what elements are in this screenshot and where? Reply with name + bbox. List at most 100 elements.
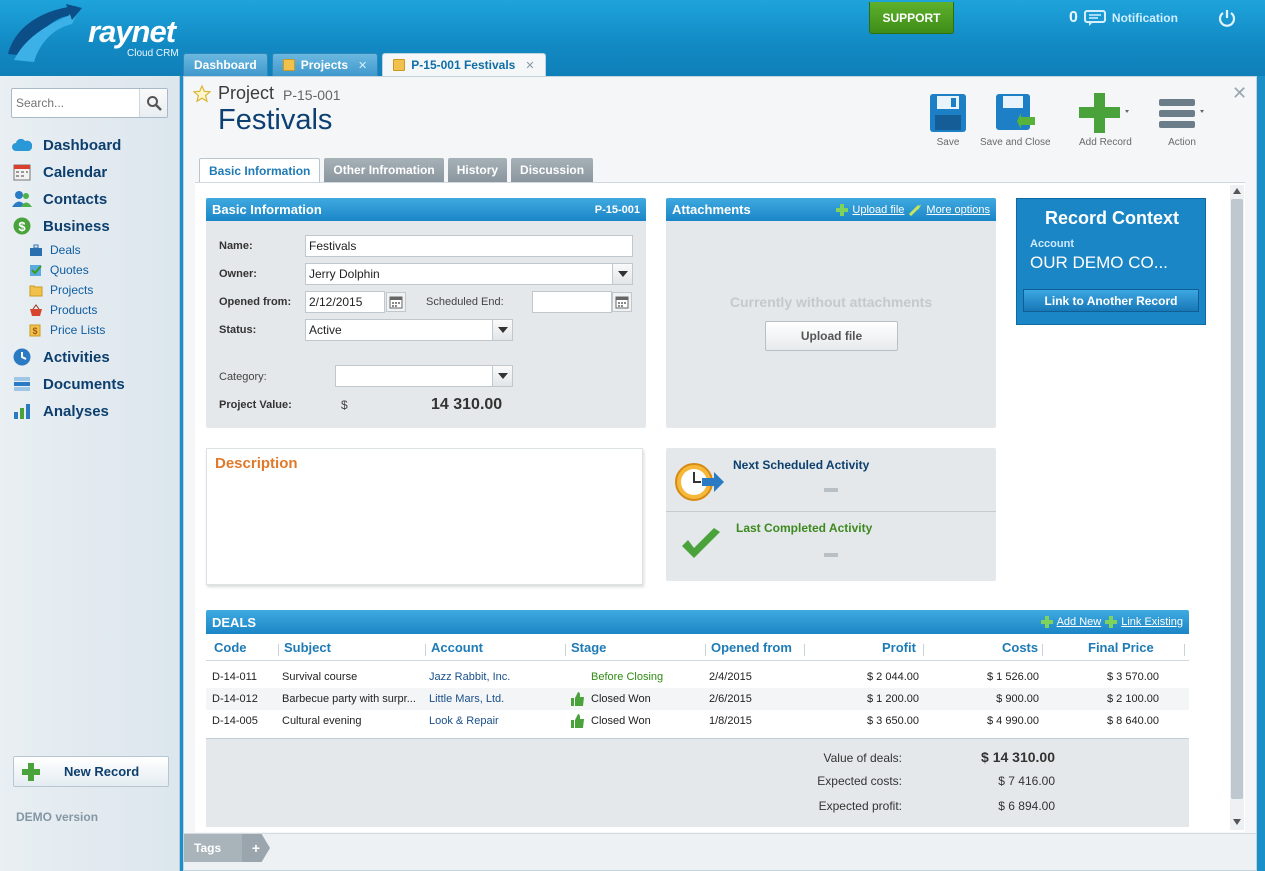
column-separator xyxy=(278,644,279,656)
sidebar-item-contacts[interactable]: Contacts xyxy=(12,190,107,208)
value-of-deals-label: Value of deals: xyxy=(823,751,903,765)
power-icon[interactable] xyxy=(1217,8,1237,28)
table-row[interactable]: D-14-011 Survival course Jazz Rabbit, In… xyxy=(206,666,1189,688)
search-input[interactable] xyxy=(14,91,140,115)
upload-file-link[interactable]: Upload file xyxy=(852,204,904,216)
column-header-final-price[interactable]: Final Price xyxy=(1088,640,1154,655)
column-header-subject[interactable]: Subject xyxy=(284,640,331,655)
scroll-thumb[interactable] xyxy=(1231,199,1243,799)
demo-version-label: DEMO version xyxy=(16,810,99,824)
column-header-costs[interactable]: Costs xyxy=(1002,640,1038,655)
chevron-down-icon[interactable] xyxy=(492,320,512,340)
save-and-close-button[interactable]: Save and Close xyxy=(980,93,1051,148)
add-record-button[interactable]: Add Record xyxy=(1079,93,1132,148)
tab-label: Projects xyxy=(300,58,349,72)
notification[interactable]: 0 Notification xyxy=(1069,8,1178,28)
close-icon[interactable]: ✕ xyxy=(358,59,367,72)
sidebar-item-calendar[interactable]: Calendar xyxy=(12,163,107,181)
search-button[interactable] xyxy=(139,89,167,117)
last-completed-activity-title: Last Completed Activity xyxy=(736,521,873,535)
action-button[interactable]: Action xyxy=(1157,93,1207,148)
chevron-down-icon[interactable] xyxy=(612,264,632,284)
sidebar-subitem-price-lists[interactable]: $ Price Lists xyxy=(29,323,105,337)
sidebar-item-documents[interactable]: Documents xyxy=(12,375,125,393)
save-button[interactable]: Save xyxy=(929,93,967,148)
sidebar: Dashboard Calendar Contacts $ Business D… xyxy=(0,76,180,871)
table-row[interactable]: D-14-005 Cultural evening Look & Repair … xyxy=(206,710,1189,732)
column-header-code[interactable]: Code xyxy=(214,640,247,655)
sidebar-subitem-projects[interactable]: Projects xyxy=(29,283,93,297)
briefcase-icon xyxy=(30,244,42,256)
table-row[interactable]: D-14-012 Barbecue party with surpr... Li… xyxy=(206,688,1189,710)
deal-opened: 2/4/2015 xyxy=(709,671,752,683)
column-header-profit[interactable]: Profit xyxy=(882,640,916,655)
bar-chart-icon xyxy=(14,404,30,419)
contacts-icon xyxy=(12,191,32,207)
sidebar-item-analyses[interactable]: Analyses xyxy=(12,402,109,420)
more-options-link[interactable]: More options xyxy=(926,204,990,216)
column-header-opened-from[interactable]: Opened from xyxy=(711,640,792,655)
basket-icon xyxy=(30,303,42,316)
add-new-link[interactable]: Add New xyxy=(1057,616,1102,628)
tags-button[interactable]: Tags xyxy=(184,834,242,862)
category-select[interactable] xyxy=(335,365,513,387)
tab-dashboard[interactable]: Dashboard xyxy=(183,53,268,76)
logo[interactable]: raynet Cloud CRM xyxy=(6,4,186,64)
deal-account[interactable]: Little Mars, Ltd. xyxy=(429,693,504,705)
favorite-star-icon[interactable] xyxy=(193,85,211,103)
calendar-icon[interactable] xyxy=(612,292,632,312)
sidebar-subitem-deals[interactable]: Deals xyxy=(29,243,81,257)
new-record-label: New Record xyxy=(64,764,140,779)
opened-from-field[interactable]: 2/12/2015 xyxy=(305,291,385,313)
deal-profit: $ 2 044.00 xyxy=(867,671,919,683)
scroll-up-icon[interactable] xyxy=(1233,188,1241,194)
calendar-icon[interactable] xyxy=(386,292,406,312)
account-value[interactable]: OUR DEMO CO... xyxy=(1030,253,1168,273)
column-header-account[interactable]: Account xyxy=(431,640,483,655)
close-icon[interactable]: ✕ xyxy=(1232,83,1247,104)
add-tag-button[interactable]: + xyxy=(242,834,270,862)
chevron-down-icon[interactable] xyxy=(492,366,512,386)
tab-discussion[interactable]: Discussion xyxy=(511,158,594,182)
tab-other-information[interactable]: Other Infromation xyxy=(324,158,444,182)
column-header-stage[interactable]: Stage xyxy=(571,640,606,655)
scheduled-end-field[interactable] xyxy=(532,291,612,313)
name-value: Festivals xyxy=(309,239,357,253)
raynet-logo-icon xyxy=(8,4,82,62)
column-separator xyxy=(923,644,924,656)
close-icon[interactable]: ✕ xyxy=(525,59,534,72)
tab-projects[interactable]: Projects ✕ xyxy=(271,53,379,76)
empty-dash xyxy=(824,488,838,492)
name-field[interactable]: Festivals xyxy=(305,235,633,257)
scroll-down-icon[interactable] xyxy=(1233,819,1241,825)
status-select[interactable]: Active xyxy=(305,319,513,341)
sidebar-item-business[interactable]: $ Business xyxy=(12,217,110,235)
sidebar-subitem-products[interactable]: Products xyxy=(29,303,97,317)
tab-basic-information[interactable]: Basic Information xyxy=(199,158,321,182)
deal-code: D-14-011 xyxy=(212,671,258,683)
deal-final-price: $ 8 640.00 xyxy=(1107,715,1159,727)
divider xyxy=(666,511,996,512)
new-record-button[interactable]: New Record xyxy=(13,756,169,787)
support-button[interactable]: SUPPORT xyxy=(869,2,954,34)
svg-text:$: $ xyxy=(18,219,26,234)
deal-account[interactable]: Look & Repair xyxy=(429,715,499,727)
link-another-record-button[interactable]: Link to Another Record xyxy=(1023,289,1199,312)
sidebar-item-activities[interactable]: Activities xyxy=(12,348,110,366)
sidebar-item-dashboard[interactable]: Dashboard xyxy=(12,136,121,154)
currency-symbol: $ xyxy=(341,398,348,412)
tab-project-festivals[interactable]: P-15-001 Festivals ✕ xyxy=(382,53,546,76)
record-window: Project P-15-001 Festivals ✕ Save Save a… xyxy=(183,76,1257,871)
description-panel[interactable]: Description xyxy=(206,448,643,585)
check-icon xyxy=(682,528,720,558)
save-close-label: Save and Close xyxy=(980,137,1051,148)
record-type: Project xyxy=(218,83,275,103)
deal-account[interactable]: Jazz Rabbit, Inc. xyxy=(429,671,510,683)
scrollbar[interactable] xyxy=(1230,185,1244,830)
deal-subject: Survival course xyxy=(282,671,358,683)
tab-history[interactable]: History xyxy=(447,158,508,182)
upload-file-button[interactable]: Upload file xyxy=(765,321,898,351)
owner-select[interactable]: Jerry Dolphin xyxy=(305,263,633,285)
link-existing-link[interactable]: Link Existing xyxy=(1121,616,1183,628)
sidebar-subitem-quotes[interactable]: Quotes xyxy=(29,263,89,277)
